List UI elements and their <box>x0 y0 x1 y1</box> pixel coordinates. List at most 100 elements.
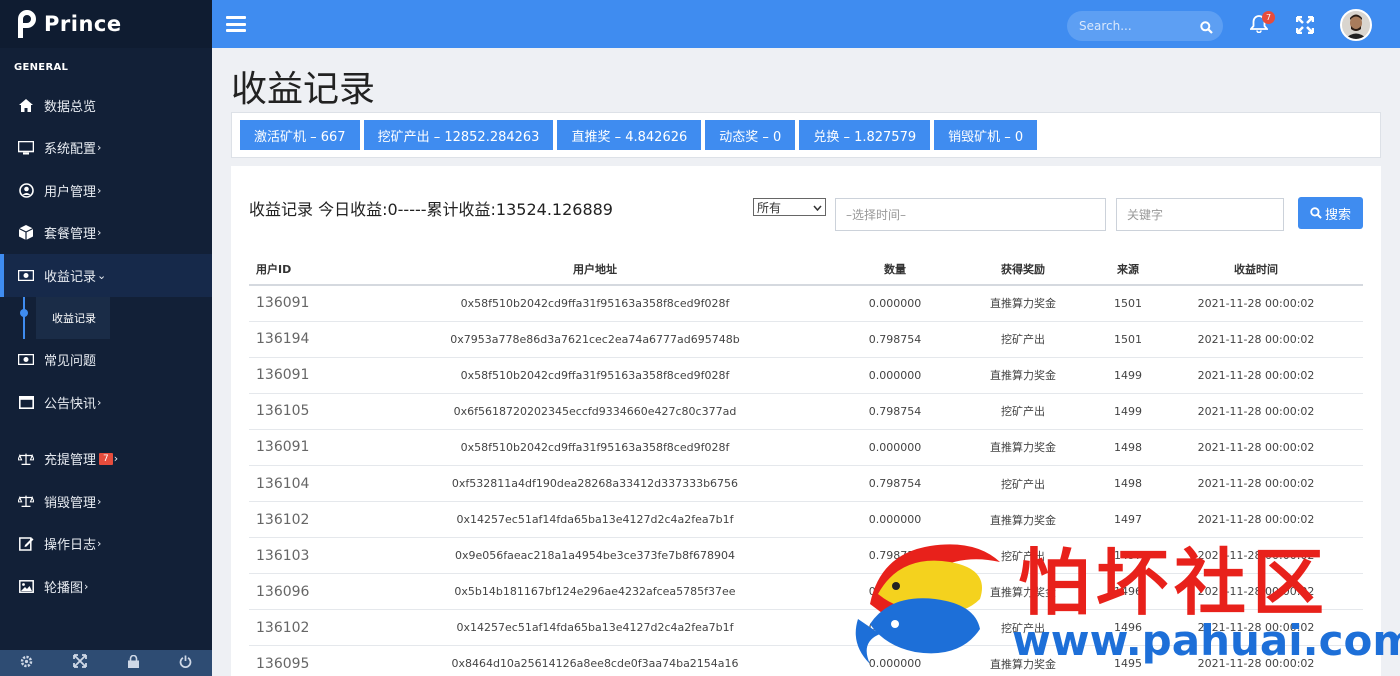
cell-reward-type: 挖矿产出 <box>939 537 1107 575</box>
sidebar-item-faq[interactable]: 常见问题 <box>0 339 212 382</box>
lock-icon[interactable] <box>127 654 139 672</box>
sidebar-item-deposit-withdraw[interactable]: 充提管理 7 › <box>0 438 212 481</box>
cell-amount: 0.798754 <box>851 537 939 575</box>
col-time[interactable]: 收益时间 <box>1149 253 1363 286</box>
col-user-id[interactable]: 用户ID <box>249 253 339 286</box>
stat-exchange[interactable]: 兑换 – 1.827579 <box>799 120 931 150</box>
earnings-table: 用户ID 用户地址 数量 获得奖励 来源 收益时间 136091 0x58f510… <box>249 253 1363 676</box>
table-row[interactable]: 136102 0x14257ec51af14fda65ba13e4127d2c4a… <box>249 609 1363 647</box>
table-row[interactable]: 136091 0x58f510b2042cd9ffa31f95163a358f8c… <box>249 285 1363 322</box>
user-circle-icon <box>18 182 34 198</box>
table-row[interactable]: 136194 0x7953a778e86d3a7621cec2ea74a6777a… <box>249 321 1363 358</box>
power-icon[interactable] <box>179 655 192 672</box>
fullscreen-icon[interactable] <box>73 654 88 672</box>
stat-destroyed-miners[interactable]: 销毁矿机 – 0 <box>934 120 1038 150</box>
table-row[interactable]: 136103 0x9e056faeac218a1a4954be3ce373fe7b… <box>249 537 1363 575</box>
cell-user-id: 136096 <box>249 573 339 611</box>
cell-reward-type: 挖矿产出 <box>939 465 1107 503</box>
avatar[interactable] <box>1340 9 1372 41</box>
sidebar-item-logs[interactable]: 操作日志 › <box>0 523 212 566</box>
cell-source: 1498 <box>1107 465 1149 503</box>
home-icon <box>18 97 34 113</box>
chevron-down-icon <box>813 200 822 214</box>
table-row[interactable]: 136102 0x14257ec51af14fda65ba13e4127d2c4a… <box>249 501 1363 539</box>
sidebar-item-earnings[interactable]: 收益记录 ⌄ <box>0 254 212 297</box>
sidebar-item-destroy[interactable]: 销毁管理 › <box>0 480 212 523</box>
cell-amount: 0.798754 <box>851 393 939 430</box>
sidebar-item-label: 系统配置 <box>44 142 97 158</box>
cell-user-id: 136104 <box>249 465 339 503</box>
table-row[interactable]: 136096 0x5b14b181167bf124e296ae4232afcea5… <box>249 573 1363 611</box>
cell-address: 0x14257ec51af14fda65ba13e4127d2c4a2fea7b… <box>339 501 851 539</box>
table-row[interactable]: 136095 0x8464d10a25614126a8ee8cde0f3aa74b… <box>249 645 1363 676</box>
cell-user-id: 136091 <box>249 357 339 394</box>
cell-address: 0x9e056faeac218a1a4954be3ce373fe7b8f6789… <box>339 537 851 575</box>
table-row[interactable]: 136091 0x58f510b2042cd9ffa31f95163a358f8c… <box>249 357 1363 394</box>
menu-toggle-icon[interactable] <box>226 16 246 32</box>
search-icon <box>1310 207 1322 219</box>
search-input[interactable] <box>1067 11 1187 41</box>
table-row[interactable]: 136105 0x6f5618720202345eccfd9334660e427c… <box>249 393 1363 430</box>
col-address[interactable]: 用户地址 <box>339 253 851 286</box>
window-icon <box>18 394 34 410</box>
notification-badge: 7 <box>99 452 113 465</box>
cell-user-id: 136102 <box>249 501 339 539</box>
sidebar-item-packages[interactable]: 套餐管理 › <box>0 212 212 255</box>
search-button[interactable]: 搜索 <box>1298 197 1363 229</box>
cell-address: 0x58f510b2042cd9ffa31f95163a358f8ced9f02… <box>339 429 851 466</box>
chevron-right-icon: › <box>113 452 119 466</box>
sidebar-item-announcements[interactable]: 公告快讯 › <box>0 381 212 424</box>
date-picker-input[interactable]: –选择时间– <box>835 198 1106 231</box>
cell-reward-type: 直推算力奖金 <box>939 357 1107 394</box>
stat-dynamic-bonus[interactable]: 动态奖 – 0 <box>705 120 796 150</box>
cell-amount: 0.798754 <box>851 609 939 647</box>
stat-direct-referral[interactable]: 直推奖 – 4.842626 <box>557 120 702 150</box>
brand[interactable]: Prince <box>0 0 212 48</box>
cell-amount: 0.000000 <box>851 285 939 322</box>
stat-mining-output[interactable]: 挖矿产出 – 12852.284263 <box>363 120 554 150</box>
cell-address: 0x6f5618720202345eccfd9334660e427c80c377… <box>339 393 851 430</box>
expand-icon[interactable] <box>1295 15 1315 38</box>
type-filter-select[interactable]: 所有 <box>753 198 826 216</box>
chevron-right-icon: › <box>84 579 89 593</box>
sidebar-item-users[interactable]: 用户管理 › <box>0 169 212 212</box>
settings-icon[interactable] <box>20 655 33 672</box>
page-title: 收益记录 <box>231 69 376 110</box>
col-amount[interactable]: 数量 <box>851 253 939 286</box>
cell-reward-type: 挖矿产出 <box>939 609 1107 647</box>
search-button-label: 搜索 <box>1324 207 1351 223</box>
table-row[interactable]: 136091 0x58f510b2042cd9ffa31f95163a358f8c… <box>249 429 1363 466</box>
cell-reward-type: 直推算力奖金 <box>939 429 1107 466</box>
cell-time: 2021-11-28 00:00:02 <box>1149 645 1363 676</box>
sidebar-subitem-earnings[interactable]: 收益记录 <box>0 296 212 339</box>
stat-active-miners[interactable]: 激活矿机 – 667 <box>240 120 360 150</box>
cell-source: 1501 <box>1107 285 1149 322</box>
table-row[interactable]: 136104 0xf532811a4df190dea28268a33412d337… <box>249 465 1363 503</box>
cell-address: 0xf532811a4df190dea28268a33412d337333b67… <box>339 465 851 503</box>
col-reward-type[interactable]: 获得奖励 <box>939 253 1107 286</box>
cell-amount: 0.000000 <box>851 429 939 466</box>
cell-source: 1501 <box>1107 321 1149 358</box>
sidebar-item-system-config[interactable]: 系统配置 › <box>0 127 212 170</box>
sidebar-item-label: 公告快讯 <box>44 396 97 412</box>
cell-source: 1496 <box>1107 609 1149 647</box>
cell-time: 2021-11-28 00:00:02 <box>1149 501 1363 539</box>
sidebar-item-carousel[interactable]: 轮播图 › <box>0 565 212 608</box>
search-icon[interactable] <box>1200 19 1213 38</box>
cell-source: 1496 <box>1107 573 1149 611</box>
col-source[interactable]: 来源 <box>1107 253 1149 286</box>
prince-logo-icon <box>18 10 38 38</box>
cell-address: 0x14257ec51af14fda65ba13e4127d2c4a2fea7b… <box>339 609 851 647</box>
cell-user-id: 136091 <box>249 429 339 466</box>
keyword-input[interactable]: 关键字 <box>1116 198 1284 231</box>
cell-time: 2021-11-28 00:00:02 <box>1149 609 1363 647</box>
money-icon <box>18 267 34 283</box>
section-label: GENERAL <box>14 62 69 73</box>
cell-user-id: 136194 <box>249 321 339 358</box>
sidebar-item-label: 操作日志 <box>44 538 97 554</box>
cell-source: 1497 <box>1107 537 1149 575</box>
cell-reward-type: 直推算力奖金 <box>939 645 1107 676</box>
cell-source: 1499 <box>1107 357 1149 394</box>
sidebar-item-dashboard[interactable]: 数据总览 <box>0 84 212 127</box>
image-icon <box>18 578 34 594</box>
